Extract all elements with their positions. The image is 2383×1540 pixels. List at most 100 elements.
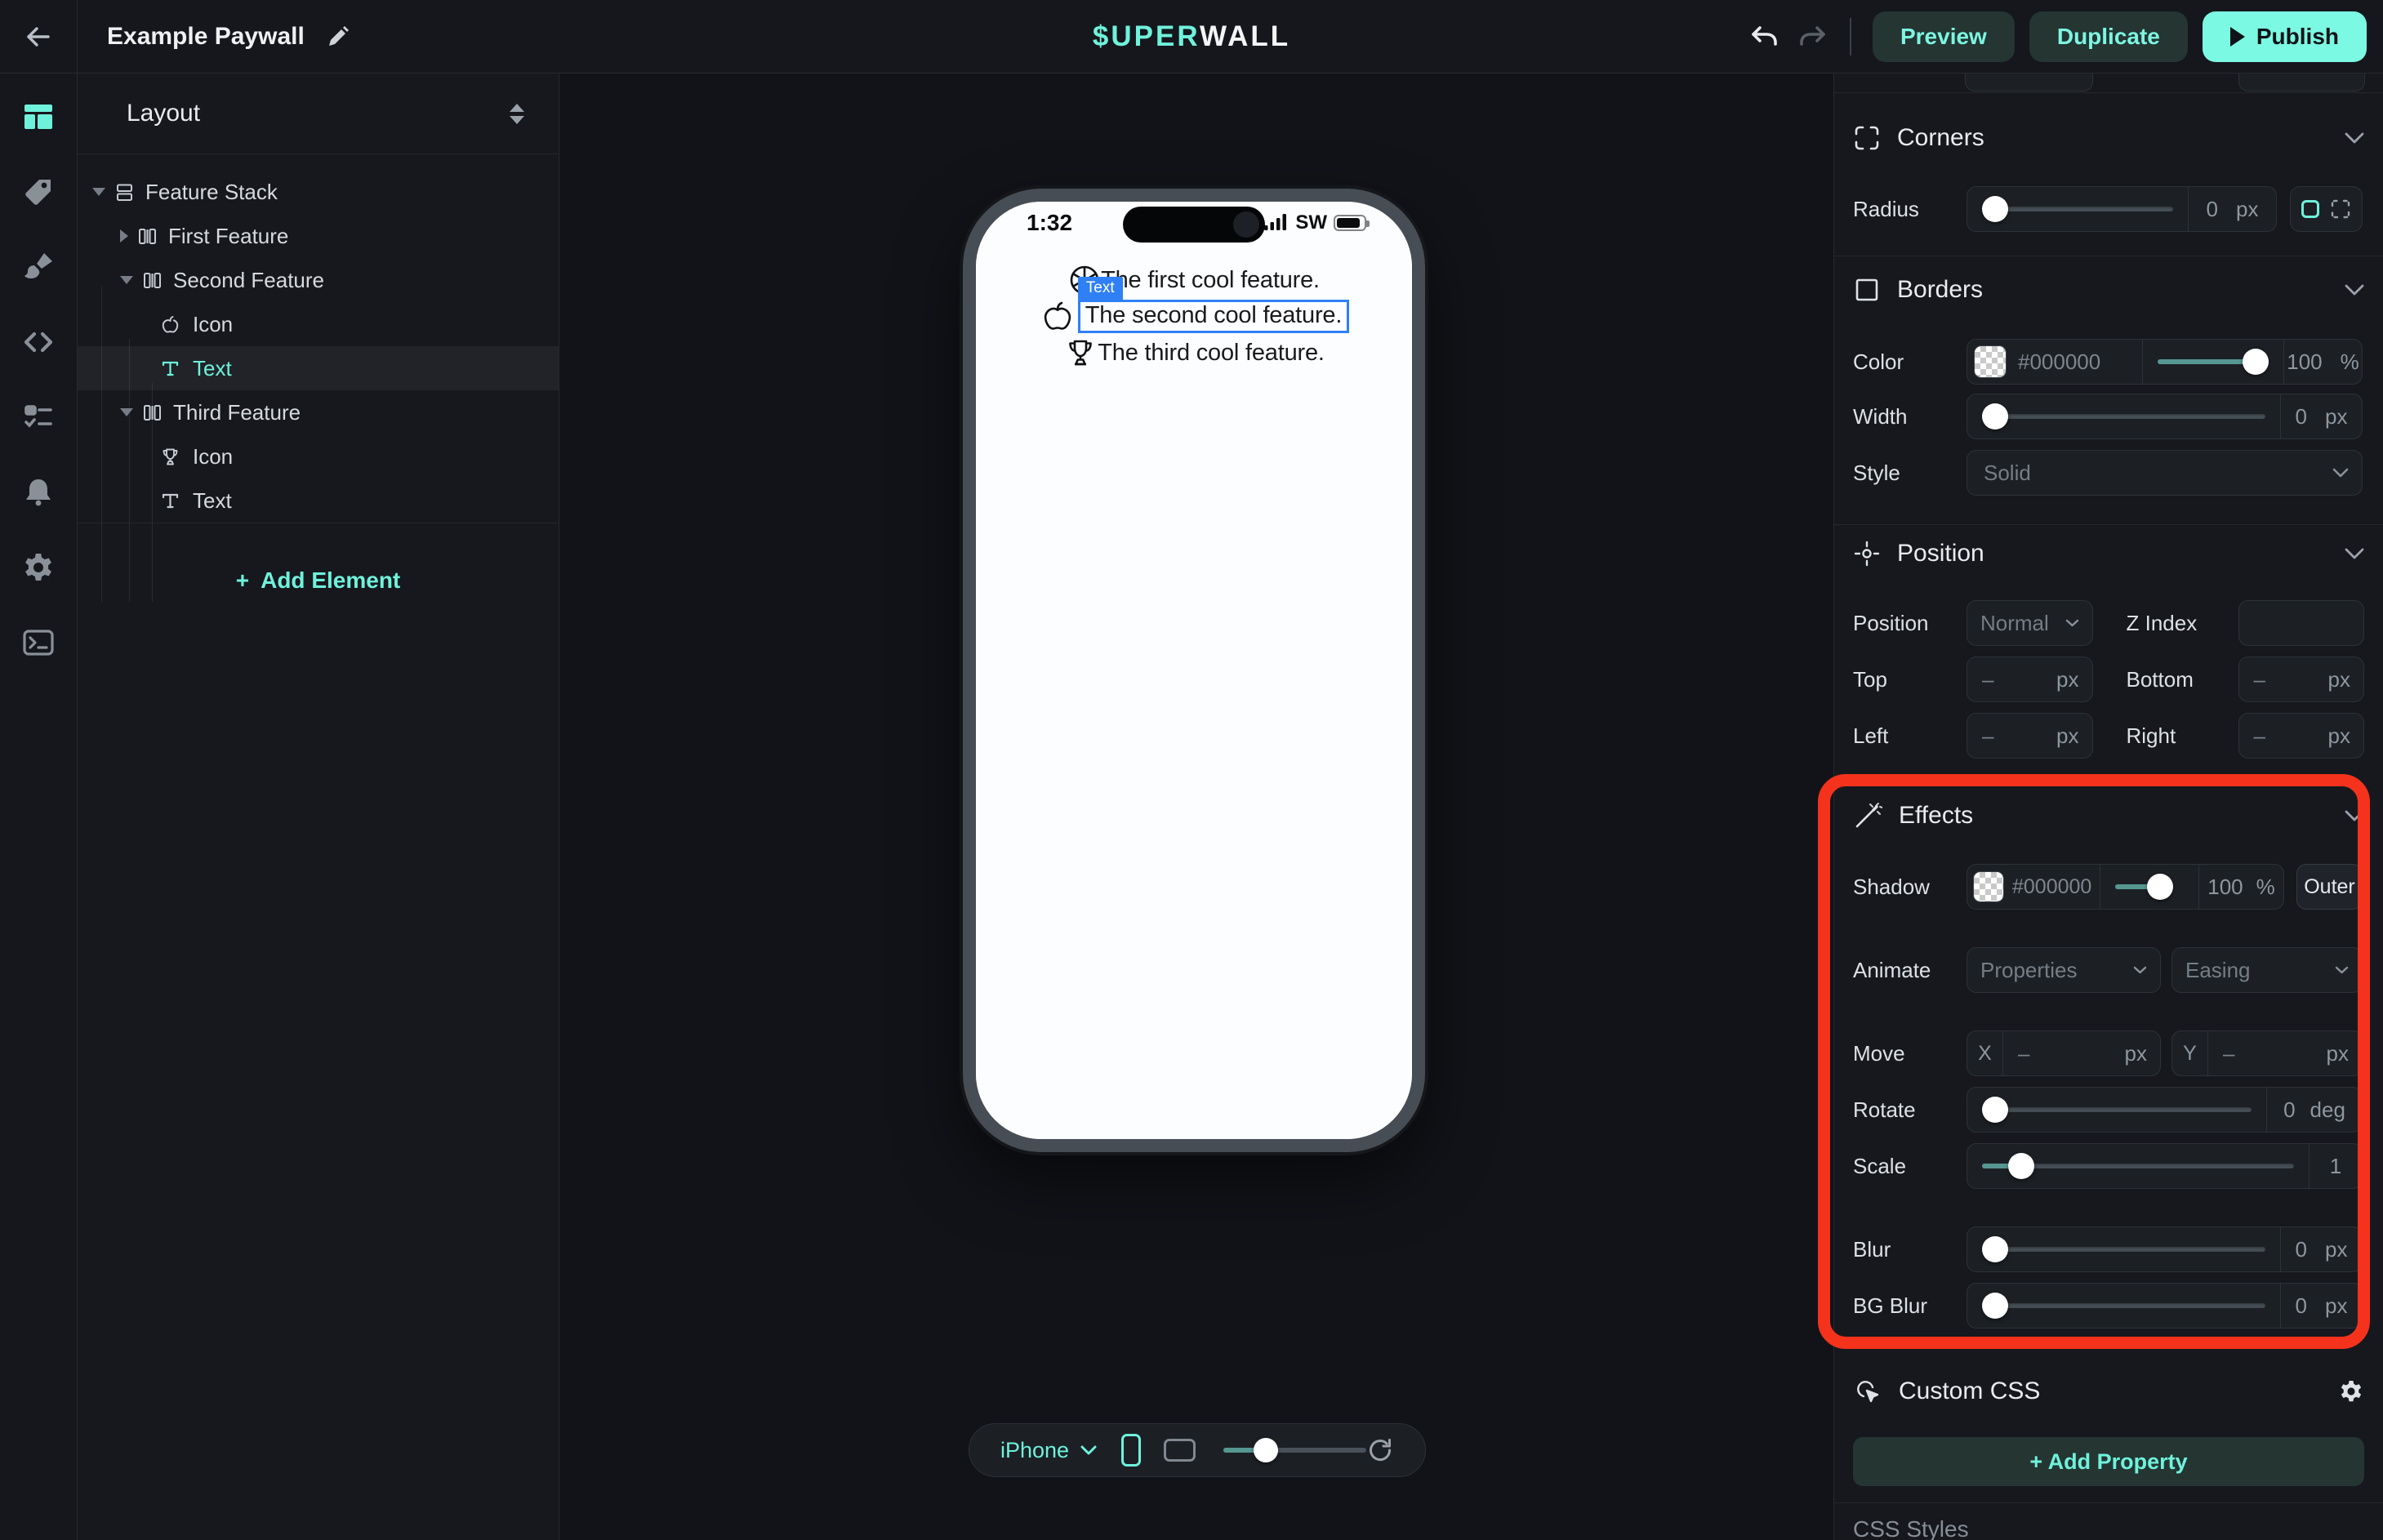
chevron-down-icon[interactable] xyxy=(2345,132,2364,144)
opacity-slider[interactable] xyxy=(2142,340,2283,384)
rail-products[interactable] xyxy=(0,154,78,229)
sort-icon[interactable] xyxy=(510,104,524,124)
selected-element-outline[interactable]: Text The second cool feature. xyxy=(1078,300,1349,333)
opacity-value[interactable]: 100% xyxy=(2283,340,2362,384)
section-title: Position xyxy=(1897,540,1984,567)
device-select[interactable]: iPhone xyxy=(1000,1438,1069,1463)
tree-item-text[interactable]: Text xyxy=(78,478,559,523)
animate-properties-dropdown[interactable]: Properties xyxy=(1967,947,2161,993)
borders-icon xyxy=(1853,276,1881,304)
rail-theme[interactable] xyxy=(0,229,78,305)
zoom-slider[interactable] xyxy=(1223,1438,1366,1462)
caret-open-icon[interactable] xyxy=(120,408,133,416)
rail-code[interactable] xyxy=(0,305,78,380)
scale-value[interactable]: 1 xyxy=(2309,1144,2362,1188)
border-style-dropdown[interactable]: Solid xyxy=(1967,450,2363,496)
radius-value[interactable]: 0px xyxy=(2188,187,2276,231)
shadow-opacity-slider[interactable] xyxy=(2100,865,2198,909)
undo-button[interactable] xyxy=(1748,20,1781,53)
radius-slider[interactable] xyxy=(1967,187,2188,231)
add-element-button[interactable]: + Add Element xyxy=(78,541,559,621)
caret-open-icon[interactable] xyxy=(120,276,133,284)
blur-value[interactable]: 0px xyxy=(2280,1227,2362,1271)
rail-settings[interactable] xyxy=(0,530,78,605)
rail-checklist[interactable] xyxy=(0,380,78,455)
tree-item-icon[interactable]: Icon xyxy=(78,434,559,478)
redo-button[interactable] xyxy=(1796,20,1828,53)
slider-knob[interactable] xyxy=(2147,874,2173,900)
tree-item-second-feature[interactable]: Second Feature xyxy=(78,258,559,302)
chevron-down-icon xyxy=(2332,468,2349,478)
back-button[interactable] xyxy=(0,0,78,73)
slider-knob[interactable] xyxy=(1982,1097,2008,1123)
rotate-value[interactable]: 0deg xyxy=(2266,1088,2362,1132)
move-y-input[interactable]: Y – px xyxy=(2171,1030,2363,1076)
move-x-input[interactable]: X – px xyxy=(1967,1030,2161,1076)
caret-closed-icon[interactable] xyxy=(120,229,128,243)
slider-knob[interactable] xyxy=(1982,1293,2008,1319)
chevron-down-icon[interactable] xyxy=(2345,810,2364,821)
feature-row-3[interactable]: The third cool feature. xyxy=(976,335,1412,371)
duplicate-button[interactable]: Duplicate xyxy=(2029,11,2188,62)
shadow-hex-value[interactable]: #000000 xyxy=(2012,875,2091,899)
slider-knob[interactable] xyxy=(2008,1153,2034,1179)
chevron-down-icon[interactable] xyxy=(2345,284,2364,296)
refresh-button[interactable] xyxy=(1366,1436,1394,1464)
chevron-down-icon[interactable] xyxy=(2345,548,2364,559)
individual-corners-icon[interactable] xyxy=(2330,198,2351,220)
feature-row-1[interactable]: The first cool feature. xyxy=(976,262,1412,298)
add-property-button[interactable]: + Add Property xyxy=(1853,1437,2364,1486)
rail-notifications[interactable] xyxy=(0,455,78,530)
tree-item-icon[interactable]: Icon xyxy=(78,302,559,346)
corner-mode-toggle[interactable] xyxy=(2290,186,2363,232)
bg-blur-slider[interactable] xyxy=(1967,1284,2280,1328)
css-settings-button[interactable] xyxy=(2338,1378,2364,1404)
slider-knob[interactable] xyxy=(2243,349,2269,375)
width-value[interactable]: 0px xyxy=(2280,394,2362,438)
preview-canvas: 1:32 SW The first cool feature. xyxy=(560,73,1833,1540)
publish-button[interactable]: Publish xyxy=(2203,11,2367,62)
rail-layout[interactable] xyxy=(0,79,78,154)
move-label: Move xyxy=(1853,1041,1967,1066)
blur-row: Blur 0px xyxy=(1853,1226,2364,1272)
position-dropdown[interactable]: Normal xyxy=(1967,600,2093,646)
scale-slider[interactable] xyxy=(1967,1144,2309,1188)
tree-item-text-selected[interactable]: Text xyxy=(78,346,559,390)
slider-knob[interactable] xyxy=(1982,1236,2008,1262)
left-input[interactable]: –px xyxy=(1967,713,2093,759)
landscape-mode-button[interactable] xyxy=(1164,1439,1196,1462)
bottom-input[interactable]: –px xyxy=(2238,657,2365,702)
animate-easing-dropdown[interactable]: Easing xyxy=(2171,947,2363,993)
edit-title-button[interactable] xyxy=(326,24,350,49)
slider-knob[interactable] xyxy=(1982,196,2008,222)
tree-item-feature-stack[interactable]: Feature Stack xyxy=(78,170,559,214)
position-icon xyxy=(1853,540,1881,567)
shadow-opacity-value[interactable]: 100% xyxy=(2198,865,2283,909)
chevron-down-icon[interactable] xyxy=(1080,1445,1097,1455)
zindex-input[interactable] xyxy=(2238,600,2365,646)
preview-button[interactable]: Preview xyxy=(1873,11,2015,62)
blur-label: Blur xyxy=(1853,1237,1967,1262)
blur-slider[interactable] xyxy=(1967,1227,2280,1271)
caret-open-icon[interactable] xyxy=(92,188,105,196)
rail-console[interactable] xyxy=(0,605,78,680)
bg-blur-value[interactable]: 0px xyxy=(2280,1284,2362,1328)
shadow-mode-button[interactable]: Outer xyxy=(2296,864,2363,910)
portrait-mode-button[interactable] xyxy=(1121,1434,1141,1467)
uniform-radius-icon[interactable] xyxy=(2301,200,2319,218)
divider xyxy=(1834,1502,2383,1503)
tree-item-third-feature[interactable]: Third Feature xyxy=(78,390,559,434)
cursor-click-icon xyxy=(1853,1377,1882,1406)
tree-item-first-feature[interactable]: First Feature xyxy=(78,214,559,258)
shadow-color-swatch[interactable] xyxy=(1973,871,2004,902)
rotate-slider[interactable] xyxy=(1967,1088,2266,1132)
slider-knob[interactable] xyxy=(1254,1438,1278,1462)
right-input[interactable]: –px xyxy=(2238,713,2365,759)
top-input[interactable]: –px xyxy=(1967,657,2093,702)
color-swatch[interactable] xyxy=(1974,345,2007,378)
width-slider[interactable] xyxy=(1967,394,2280,438)
color-hex-value[interactable]: #000000 xyxy=(2018,349,2100,375)
slider-knob[interactable] xyxy=(1982,403,2008,430)
layer-tree: Feature Stack First Feature Second Featu… xyxy=(78,154,559,523)
feature-row-2[interactable]: Text The second cool feature. xyxy=(976,296,1412,336)
